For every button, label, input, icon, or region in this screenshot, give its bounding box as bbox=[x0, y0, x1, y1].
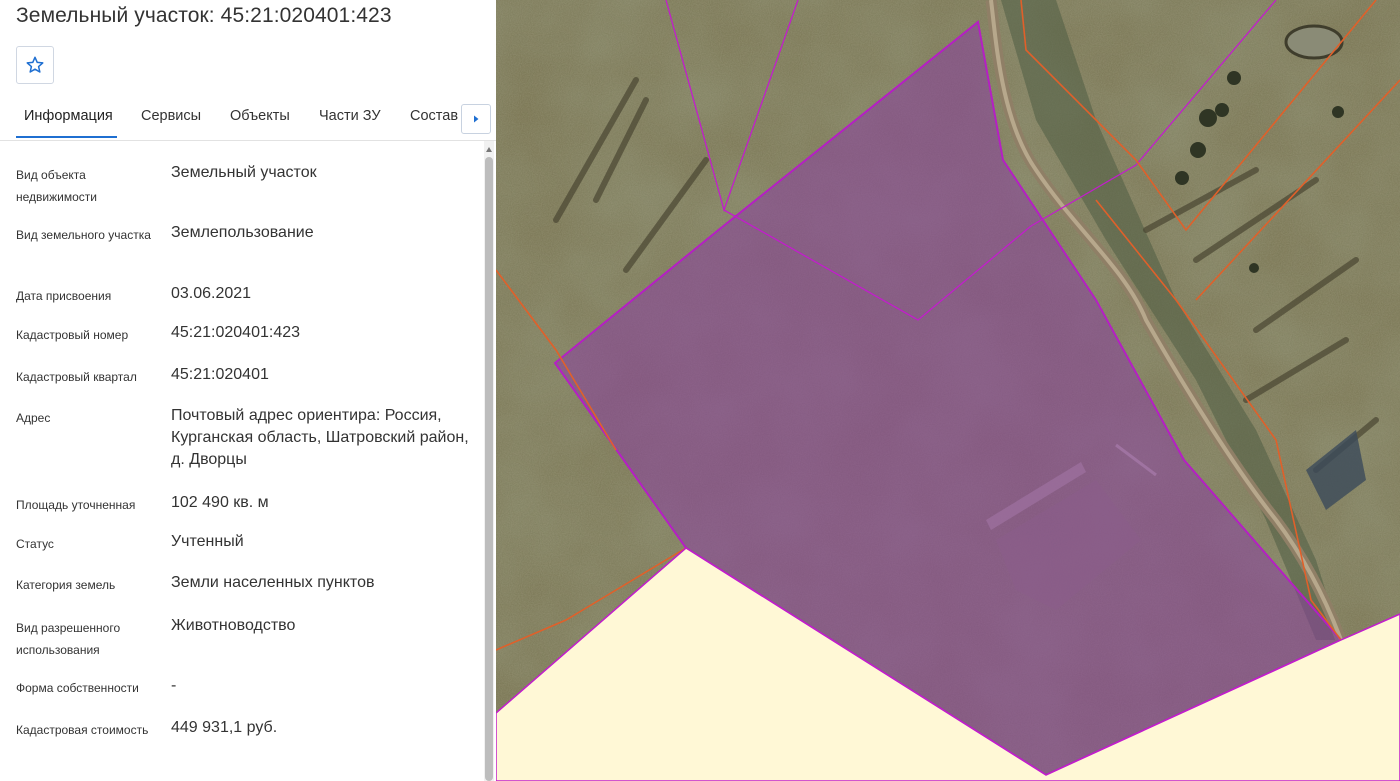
field-label: Площадь уточненная bbox=[16, 498, 136, 512]
caret-right-icon bbox=[474, 115, 479, 123]
field-label: Кадастровый квартал bbox=[16, 370, 137, 384]
field-label: Адрес bbox=[16, 411, 51, 425]
tab-services[interactable]: Сервисы bbox=[141, 108, 201, 124]
field-label: Статус bbox=[16, 537, 54, 551]
field-label: Кадастровый номер bbox=[16, 328, 129, 342]
favorite-button[interactable] bbox=[16, 46, 54, 84]
tab-parcel-parts[interactable]: Части ЗУ bbox=[319, 108, 381, 124]
field-value: 03.06.2021 bbox=[171, 285, 252, 302]
field-value: Землепользование bbox=[171, 224, 314, 241]
tabs-next-button[interactable] bbox=[461, 104, 491, 134]
info-panel: Земельный участок: 45:21:020401:423 Инфо… bbox=[0, 0, 497, 781]
scroll-up-arrow-icon[interactable] bbox=[486, 147, 492, 152]
field-value: Учтенный bbox=[171, 533, 244, 550]
tab-bar: Информация Сервисы Объекты Части ЗУ Сост… bbox=[0, 96, 496, 141]
property-list: Вид объекта недвижимости Земельный участ… bbox=[0, 141, 484, 781]
field-label: Дата присвоения bbox=[16, 289, 112, 303]
field-value: 102 490 кв. м bbox=[171, 494, 269, 511]
field-value: Животноводство bbox=[171, 617, 296, 634]
field-label: Категория земель bbox=[16, 578, 116, 592]
field-label: Вид разрешенного использования bbox=[16, 621, 121, 657]
field-value: Земли населенных пунктов bbox=[171, 574, 375, 591]
field-value: - bbox=[171, 677, 177, 694]
star-outline-icon bbox=[26, 56, 44, 73]
tab-information[interactable]: Информация bbox=[24, 108, 113, 124]
field-value: Земельный участок bbox=[171, 164, 317, 181]
tab-objects[interactable]: Объекты bbox=[230, 108, 290, 124]
satellite-map[interactable] bbox=[496, 0, 1400, 781]
field-label: Вид земельного участка bbox=[16, 228, 151, 242]
field-value: Почтовый адрес ориентира: Россия, Курган… bbox=[171, 407, 469, 468]
tab-composition[interactable]: Состав bbox=[410, 108, 458, 124]
page-title: Земельный участок: 45:21:020401:423 bbox=[16, 4, 392, 27]
field-label: Форма собственности bbox=[16, 681, 139, 695]
field-value: 449 931,1 руб. bbox=[171, 719, 278, 736]
field-value: 45:21:020401 bbox=[171, 366, 269, 383]
scrollbar-thumb[interactable] bbox=[485, 157, 493, 781]
active-tab-indicator bbox=[16, 136, 117, 138]
map-view[interactable] bbox=[496, 0, 1400, 781]
field-label: Вид объекта недвижимости bbox=[16, 168, 97, 204]
pond bbox=[1284, 24, 1344, 60]
field-label: Кадастровая стоимость bbox=[16, 723, 149, 737]
field-value: 45:21:020401:423 bbox=[171, 324, 301, 341]
